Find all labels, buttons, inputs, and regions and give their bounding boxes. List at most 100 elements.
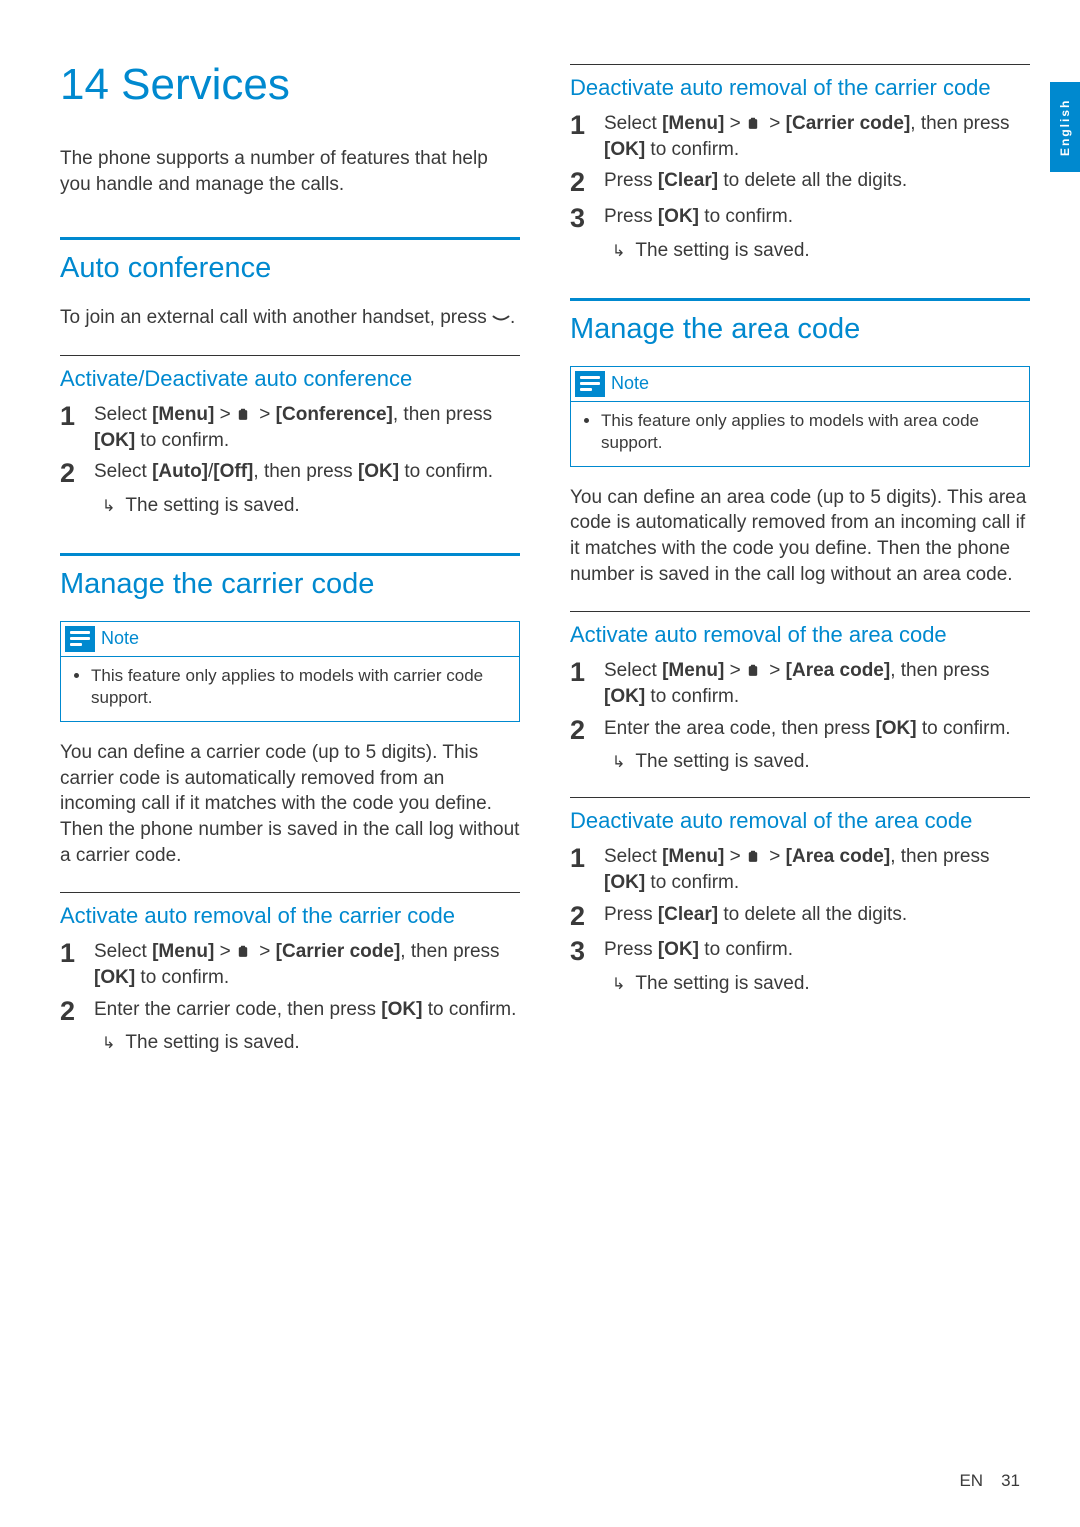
t: to confirm. [917, 718, 1011, 739]
result: ↳ The setting is saved. [612, 240, 1030, 262]
t: [Auto] [152, 461, 208, 482]
t: [OK] [604, 139, 645, 160]
t: to confirm. [645, 686, 739, 707]
t: [Area code] [786, 660, 891, 681]
t: [Area code] [786, 846, 891, 867]
t: [Clear] [658, 170, 718, 191]
t: > [724, 660, 746, 681]
result-arrow-icon: ↳ [612, 974, 625, 994]
step: 1 Select [Menu] > > [Area code], then pr… [570, 844, 1030, 895]
step: 3 Press [OK] to confirm. [570, 204, 1030, 234]
result-arrow-icon: ↳ [612, 241, 625, 261]
settings-icon [746, 850, 764, 864]
subheading: Activate auto removal of the area code [570, 622, 1030, 648]
result-text: The setting is saved. [125, 495, 299, 517]
subheading: Activate/Deactivate auto conference [60, 366, 520, 392]
t: > [764, 113, 786, 134]
subsection-rule [570, 797, 1030, 798]
right-column: Deactivate auto removal of the carrier c… [570, 60, 1030, 1487]
t: [OK] [358, 461, 399, 482]
text: To join an external call with another ha… [60, 307, 492, 328]
t: to confirm. [645, 872, 739, 893]
t: , then press [890, 660, 989, 681]
note-label: Note [611, 373, 649, 394]
note-label: Note [101, 628, 139, 649]
t: > [764, 660, 786, 681]
result-arrow-icon: ↳ [102, 496, 115, 516]
t: [OK] [604, 872, 645, 893]
result-text: The setting is saved. [635, 751, 809, 773]
step-list: 1 Select [Menu] > > [Carrier code], then… [570, 111, 1030, 234]
step-text: Select [Menu] > > [Area code], then pres… [604, 658, 1030, 709]
note-box: Note This feature only applies to models… [570, 366, 1030, 467]
page-content: 14 Services The phone supports a number … [0, 0, 1080, 1527]
result-text: The setting is saved. [125, 1032, 299, 1054]
step-number: 1 [570, 844, 590, 895]
t: to confirm. [699, 939, 793, 960]
t: > [254, 941, 276, 962]
note-body: This feature only applies to models with… [571, 401, 1029, 466]
result-text: The setting is saved. [635, 973, 809, 995]
t: [OK] [94, 430, 135, 451]
step: 2 Press [Clear] to delete all the digits… [570, 168, 1030, 198]
result: ↳ The setting is saved. [102, 495, 520, 517]
step-number: 2 [60, 997, 80, 1027]
chapter-title: 14 Services [60, 60, 520, 110]
talk-key-icon [492, 311, 510, 325]
step-list: 1 Select [Menu] > > [Area code], then pr… [570, 844, 1030, 967]
footer-lang: EN [959, 1471, 983, 1491]
t: [Clear] [658, 904, 718, 925]
section-rule [60, 553, 520, 556]
subsection-rule [570, 64, 1030, 65]
t: [Carrier code] [786, 113, 911, 134]
step: 2 Enter the carrier code, then press [OK… [60, 997, 520, 1027]
auto-conf-body: To join an external call with another ha… [60, 305, 520, 331]
step-text: Press [Clear] to delete all the digits. [604, 902, 907, 932]
step-number: 1 [60, 939, 80, 990]
step-text: Select [Auto]/[Off], then press [OK] to … [94, 459, 493, 489]
t: [Menu] [662, 846, 724, 867]
intro-text: The phone supports a number of features … [60, 146, 520, 197]
settings-icon [236, 408, 254, 422]
t: [OK] [658, 206, 699, 227]
step-number: 3 [570, 204, 590, 234]
t: Select [94, 461, 152, 482]
heading-area: Manage the area code [570, 313, 1030, 346]
step: 2 Enter the area code, then press [OK] t… [570, 716, 1030, 746]
step-number: 1 [570, 111, 590, 162]
note-body: This feature only applies to models with… [61, 656, 519, 721]
settings-icon [236, 945, 254, 959]
t: to confirm. [135, 967, 229, 988]
t: [Menu] [152, 404, 214, 425]
note-header: Note [61, 622, 519, 656]
t: Select [94, 404, 152, 425]
step-text: Select [Menu] > > [Conference], then pre… [94, 402, 520, 453]
note-text: This feature only applies to models with… [601, 410, 1015, 454]
t: , then press [253, 461, 358, 482]
step-number: 3 [570, 937, 590, 967]
t: [Menu] [662, 660, 724, 681]
subsection-rule [570, 611, 1030, 612]
step-number: 1 [570, 658, 590, 709]
t: Press [604, 904, 658, 925]
note-icon [65, 626, 95, 652]
t: to confirm. [699, 206, 793, 227]
t: [OK] [381, 999, 422, 1020]
step-text: Select [Menu] > > [Carrier code], then p… [604, 111, 1030, 162]
t: Press [604, 170, 658, 191]
note-text: This feature only applies to models with… [91, 665, 505, 709]
t: [Menu] [662, 113, 724, 134]
result-text: The setting is saved. [635, 240, 809, 262]
t: > [764, 846, 786, 867]
t: [Conference] [276, 404, 393, 425]
t: Select [604, 113, 662, 134]
t: [Menu] [152, 941, 214, 962]
t: to delete all the digits. [718, 170, 907, 191]
t: [OK] [94, 967, 135, 988]
step-list: 1 Select [Menu] > > [Area code], then pr… [570, 658, 1030, 745]
step-text: Select [Menu] > > [Carrier code], then p… [94, 939, 520, 990]
subsection-rule [60, 355, 520, 356]
t: , then press [890, 846, 989, 867]
step-number: 2 [570, 716, 590, 746]
footer-page-number: 31 [1001, 1471, 1020, 1491]
